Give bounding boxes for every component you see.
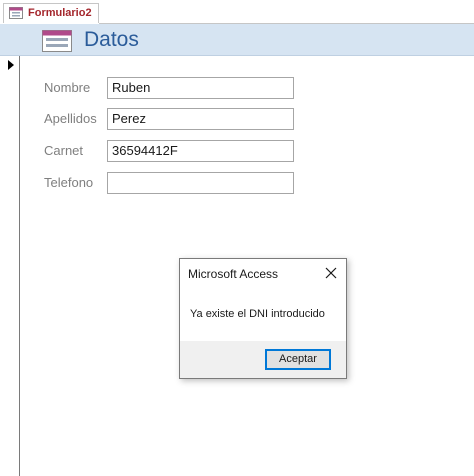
nombre-label: Nombre bbox=[44, 80, 91, 95]
dialog-message: Ya existe el DNI introducido bbox=[190, 308, 325, 320]
current-record-arrow-icon bbox=[8, 60, 14, 70]
record-selector[interactable] bbox=[0, 56, 20, 476]
document-tab-formulario2[interactable]: Formulario2 bbox=[3, 3, 99, 23]
form-icon bbox=[9, 7, 23, 19]
close-icon[interactable] bbox=[322, 264, 340, 282]
message-dialog: Microsoft Access Ya existe el DNI introd… bbox=[179, 258, 347, 379]
access-window: Formulario2 Datos Nombre Ruben Apellidos… bbox=[0, 0, 474, 476]
telefono-label: Telefono bbox=[44, 175, 94, 190]
form-header-icon bbox=[42, 30, 72, 52]
document-tabstrip: Formulario2 bbox=[0, 0, 474, 24]
carnet-field[interactable]: 36594412F bbox=[107, 140, 294, 162]
apellidos-label: Apellidos bbox=[44, 111, 97, 126]
form-title: Datos bbox=[84, 28, 139, 51]
dialog-title: Microsoft Access bbox=[188, 267, 279, 281]
dialog-footer: Aceptar bbox=[180, 341, 346, 378]
carnet-label: Carnet bbox=[44, 143, 84, 158]
form-header: Datos bbox=[0, 24, 474, 56]
telefono-field[interactable] bbox=[107, 172, 294, 194]
nombre-field[interactable]: Ruben bbox=[107, 77, 294, 99]
apellidos-field[interactable]: Perez bbox=[107, 108, 294, 130]
aceptar-button[interactable]: Aceptar bbox=[265, 349, 331, 370]
document-tab-label: Formulario2 bbox=[28, 7, 92, 19]
